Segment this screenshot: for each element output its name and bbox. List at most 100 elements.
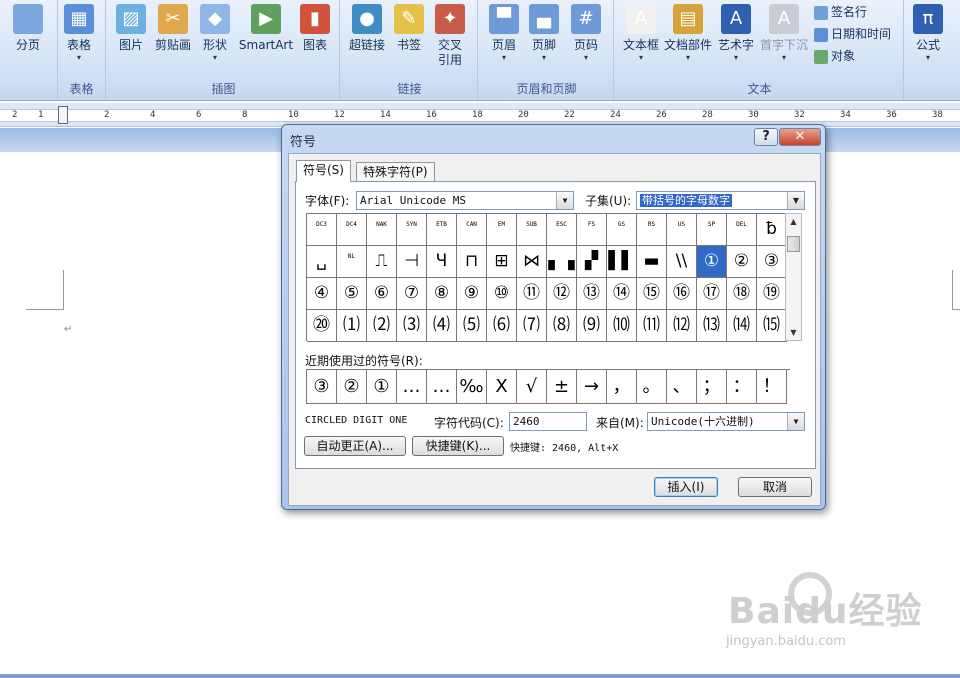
ribbon-button[interactable]: ✂ 剪贴画: [150, 4, 196, 53]
ribbon-button[interactable]: ▨ 图片: [114, 4, 148, 53]
symbol-cell[interactable]: ƀ: [757, 214, 787, 246]
recent-symbol-cell[interactable]: ③: [307, 370, 337, 404]
tab-symbols[interactable]: 符号(S): [296, 160, 351, 182]
symbol-cell[interactable]: ⑶: [397, 310, 427, 342]
font-select[interactable]: Arial Unicode MS ▼: [356, 191, 574, 210]
recent-symbol-cell[interactable]: 。: [637, 370, 667, 404]
symbol-cell[interactable]: GS: [607, 214, 637, 246]
symbol-cell[interactable]: ④: [307, 278, 337, 310]
from-select[interactable]: Unicode(十六进制) ▼: [647, 412, 805, 431]
recent-symbol-cell[interactable]: ，: [607, 370, 637, 404]
symbol-cell[interactable]: ⑱: [727, 278, 757, 310]
ribbon-button[interactable]: ▮ 图表: [298, 4, 332, 53]
recent-symbol-cell[interactable]: ！: [757, 370, 787, 404]
symbol-cell[interactable]: EM: [487, 214, 517, 246]
symbol-cell[interactable]: DC3: [307, 214, 337, 246]
symbol-cell[interactable]: ⑥: [367, 278, 397, 310]
ribbon-small-button[interactable]: 对象: [814, 46, 855, 66]
recent-symbol-cell[interactable]: →: [577, 370, 607, 404]
shortcut-key-button[interactable]: 快捷键(K)...: [412, 436, 504, 456]
symbol-cell[interactable]: ⊣: [397, 246, 427, 278]
symbol-cell[interactable]: ⑪: [517, 278, 547, 310]
symbol-cell[interactable]: ETB: [427, 214, 457, 246]
symbol-cell[interactable]: ⑮: [637, 278, 667, 310]
symbol-cell[interactable]: ▬: [637, 246, 667, 278]
symbol-cell[interactable]: NL: [337, 246, 367, 278]
symbol-cell[interactable]: DC4: [337, 214, 367, 246]
ribbon-small-button[interactable]: 日期和时间: [814, 24, 891, 44]
recent-symbol-cell[interactable]: …: [397, 370, 427, 404]
ribbon-button[interactable]: ▦ 表格 ▾: [60, 4, 98, 63]
recent-symbol-cell[interactable]: ‰: [457, 370, 487, 404]
chevron-down-icon[interactable]: ▼: [787, 192, 804, 209]
symbol-cell[interactable]: ⑺: [517, 310, 547, 342]
symbol-cell[interactable]: ⑴: [337, 310, 367, 342]
scroll-down-icon[interactable]: ▼: [786, 325, 801, 340]
recent-symbol-cell[interactable]: X: [487, 370, 517, 404]
symbol-cell[interactable]: ⑾: [637, 310, 667, 342]
indent-marker[interactable]: [58, 106, 68, 124]
insert-button[interactable]: 插入(I): [654, 477, 718, 497]
symbol-cell[interactable]: RS: [637, 214, 667, 246]
recent-symbol-cell[interactable]: ；: [697, 370, 727, 404]
ribbon-button[interactable]: A 艺术字 ▾: [716, 4, 756, 63]
symbol-cell[interactable]: ⑬: [577, 278, 607, 310]
recent-symbol-cell[interactable]: ±: [547, 370, 577, 404]
subset-select[interactable]: 带括号的字母数字 ▼: [636, 191, 805, 210]
ribbon-button[interactable]: ✎ 书签: [392, 4, 426, 53]
help-button[interactable]: ?: [754, 128, 778, 146]
symbol-grid[interactable]: DC3 DC4 NAK SYN ETB CAN EM SUB ESC FS GS RS US SP DEL ƀ…: [306, 213, 787, 342]
symbol-cell[interactable]: ␣: [307, 246, 337, 278]
recent-symbol-cell[interactable]: ：: [727, 370, 757, 404]
recent-symbol-cell[interactable]: 、: [667, 370, 697, 404]
symbol-cell[interactable]: ⑦: [397, 278, 427, 310]
symbol-cell[interactable]: \\: [667, 246, 697, 278]
chevron-down-icon[interactable]: ▼: [787, 413, 804, 430]
char-code-input[interactable]: 2460: [509, 412, 587, 431]
ribbon-button[interactable]: ● 超链接: [346, 4, 388, 53]
recent-symbol-cell[interactable]: ②: [337, 370, 367, 404]
ribbon-button[interactable]: # 页码 ▾: [566, 4, 606, 63]
symbol-cell[interactable]: ⑹: [487, 310, 517, 342]
symbol-cell[interactable]: SUB: [517, 214, 547, 246]
symbol-cell[interactable]: FS: [577, 214, 607, 246]
ribbon-small-button[interactable]: 签名行: [814, 2, 867, 22]
ribbon-button[interactable]: π 公式 ▾: [908, 4, 948, 63]
symbol-cell[interactable]: ⑸: [457, 310, 487, 342]
symbol-cell[interactable]: ⑭: [607, 278, 637, 310]
autocorrect-button[interactable]: 自动更正(A)...: [304, 436, 406, 456]
symbol-cell[interactable]: ③: [757, 246, 787, 278]
tab-special-characters[interactable]: 特殊字符(P): [356, 162, 435, 182]
ribbon-button[interactable]: ▄ 页脚 ▾: [526, 4, 562, 63]
symbol-cell[interactable]: ⑽: [607, 310, 637, 342]
symbol-grid-scrollbar[interactable]: ▲ ▼: [785, 213, 802, 341]
recent-symbols[interactable]: ③ ② ①…… ‰ X √ ± →，。、；：！: [306, 369, 790, 404]
symbol-cell[interactable]: ⊓: [457, 246, 487, 278]
ribbon-button[interactable]: ✦ 交叉 引用: [430, 4, 470, 68]
symbol-cell[interactable]: ⋈: [517, 246, 547, 278]
symbol-cell[interactable]: ⑫: [547, 278, 577, 310]
symbol-cell[interactable]: ⑻: [547, 310, 577, 342]
ribbon-button[interactable]: ◆ 形状 ▾: [198, 4, 232, 63]
symbol-cell[interactable]: ⑵: [367, 310, 397, 342]
symbol-cell[interactable]: ⑼: [577, 310, 607, 342]
symbol-cell[interactable]: ⑰: [697, 278, 727, 310]
symbol-cell[interactable]: NAK: [367, 214, 397, 246]
symbol-cell[interactable]: ⑳: [307, 310, 337, 342]
symbol-cell[interactable]: ⊞: [487, 246, 517, 278]
symbol-cell[interactable]: SYN: [397, 214, 427, 246]
symbol-cell[interactable]: ▖▗: [547, 246, 577, 278]
symbol-cell[interactable]: ⑧: [427, 278, 457, 310]
symbol-cell[interactable]: ①: [697, 246, 727, 278]
symbol-cell[interactable]: ▌▌: [607, 246, 637, 278]
symbol-cell[interactable]: ⑩: [487, 278, 517, 310]
recent-symbol-cell[interactable]: …: [427, 370, 457, 404]
symbol-cell[interactable]: US: [667, 214, 697, 246]
symbol-cell[interactable]: DEL: [727, 214, 757, 246]
cancel-button[interactable]: 取消: [738, 477, 812, 497]
symbol-cell[interactable]: ⑯: [667, 278, 697, 310]
chevron-down-icon[interactable]: ▼: [556, 192, 573, 209]
symbol-cell[interactable]: ⒂: [757, 310, 787, 342]
scroll-thumb[interactable]: [787, 236, 800, 252]
symbol-cell[interactable]: Ч: [427, 246, 457, 278]
